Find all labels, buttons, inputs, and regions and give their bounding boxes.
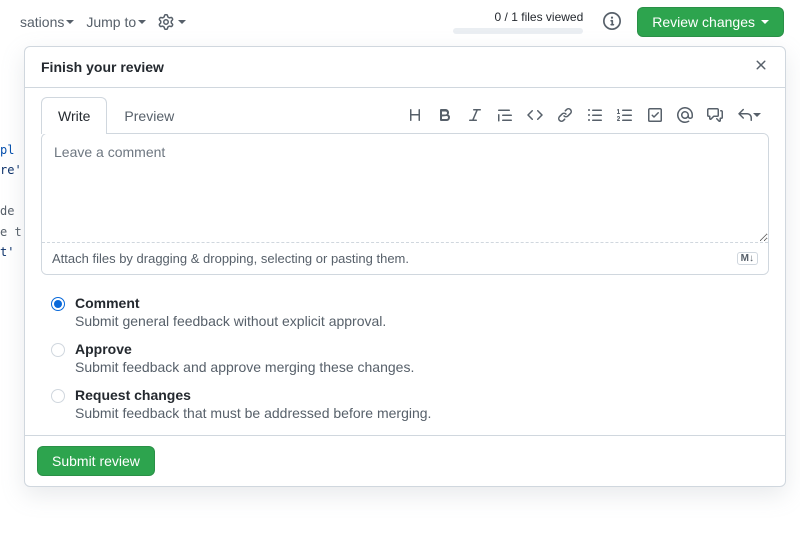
caret-down-icon [178,20,186,24]
close-button[interactable] [753,57,769,77]
link-button[interactable] [557,107,573,123]
unordered-list-icon [587,107,603,123]
submit-review-button[interactable]: Submit review [37,446,155,476]
quote-button[interactable] [497,107,513,123]
bold-icon [437,107,453,123]
info-icon [603,12,621,30]
tasklist-button[interactable] [647,107,663,123]
unordered-list-button[interactable] [587,107,603,123]
option-title: Approve [75,341,759,357]
reply-icon [737,107,753,123]
radio-request-changes[interactable] [51,389,65,403]
mention-icon [677,107,693,123]
close-icon [753,57,769,73]
review-options: Comment Submit general feedback without … [33,275,777,435]
option-title: Request changes [75,387,759,403]
caret-down-icon [138,20,146,24]
editor-area: Write Preview [25,88,785,435]
files-viewed-progress [453,28,583,34]
crossref-button[interactable] [707,107,723,123]
mention-button[interactable] [677,107,693,123]
markdown-badge[interactable]: M↓ [737,252,758,265]
radio-comment[interactable] [51,297,65,311]
option-desc: Submit general feedback without explicit… [75,313,759,329]
crossref-icon [707,107,723,123]
panel-title: Finish your review [41,59,164,75]
files-viewed: 0 / 1 files viewed [453,10,583,34]
radio-approve[interactable] [51,343,65,357]
link-icon [557,107,573,123]
diff-settings-button[interactable] [154,10,190,34]
option-desc: Submit feedback that must be addressed b… [75,405,759,421]
option-request-changes[interactable]: Request changes Submit feedback that mus… [41,381,769,427]
topbar-left: sations Jump to [16,10,190,34]
jumpto-link[interactable]: Jump to [82,10,150,34]
info-button[interactable] [603,12,621,33]
reply-button[interactable] [737,107,761,123]
diff-background: pl re' de e t t' [0,140,22,262]
files-viewed-label: 0 / 1 files viewed [453,10,583,26]
tasklist-icon [647,107,663,123]
gear-icon [158,14,174,30]
jumpto-label: Jump to [86,14,136,30]
tabs-toolbar-row: Write Preview [33,96,777,133]
review-changes-label: Review changes [652,14,755,30]
caret-down-icon [761,20,769,24]
quote-icon [497,107,513,123]
italic-icon [467,107,483,123]
code-button[interactable] [527,107,543,123]
comment-box: Attach files by dragging & dropping, sel… [41,133,769,275]
option-comment[interactable]: Comment Submit general feedback without … [41,289,769,335]
attach-hint: Attach files by dragging & dropping, sel… [52,251,409,266]
conversations-label: sations [20,14,64,30]
ordered-list-icon [617,107,633,123]
heading-button[interactable] [407,107,423,123]
topbar: sations Jump to 0 / 1 files viewed Revie… [0,0,800,44]
option-desc: Submit feedback and approve merging thes… [75,359,759,375]
md-toolbar [407,107,769,123]
option-approve[interactable]: Approve Submit feedback and approve merg… [41,335,769,381]
code-icon [527,107,543,123]
attach-bar[interactable]: Attach files by dragging & dropping, sel… [42,242,768,274]
tab-write[interactable]: Write [41,97,107,134]
panel-header: Finish your review [25,47,785,88]
tab-preview[interactable]: Preview [107,97,191,134]
caret-down-icon [753,113,761,117]
comment-textarea[interactable] [42,134,768,242]
ordered-list-button[interactable] [617,107,633,123]
panel-footer: Submit review [25,435,785,486]
bold-button[interactable] [437,107,453,123]
heading-icon [407,107,423,123]
review-panel: Finish your review Write Preview [24,46,786,487]
option-title: Comment [75,295,759,311]
caret-down-icon [66,20,74,24]
review-changes-button[interactable]: Review changes [637,7,784,37]
italic-button[interactable] [467,107,483,123]
conversations-link[interactable]: sations [16,10,78,34]
